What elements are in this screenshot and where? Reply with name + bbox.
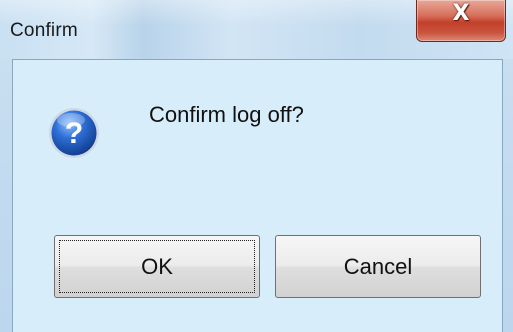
dialog-message: Confirm log off?: [149, 102, 304, 127]
close-button[interactable]: X: [416, 0, 506, 42]
svg-text:?: ?: [65, 117, 83, 150]
confirm-dialog-window: Confirm X ? Confirm log off? OK Cancel: [0, 0, 513, 332]
ok-button[interactable]: OK: [54, 235, 260, 298]
title-bar[interactable]: Confirm X: [0, 0, 513, 59]
dialog-content: ? Confirm log off? OK Cancel: [12, 59, 503, 332]
question-icon: ?: [49, 108, 99, 158]
focus-rectangle: [59, 240, 255, 293]
window-frame-right: [503, 59, 513, 332]
cancel-button-label: Cancel: [343, 253, 413, 279]
cancel-button[interactable]: Cancel: [275, 235, 481, 298]
window-title: Confirm: [10, 20, 78, 41]
window-frame-left: [0, 59, 12, 332]
close-icon: X: [452, 1, 470, 26]
